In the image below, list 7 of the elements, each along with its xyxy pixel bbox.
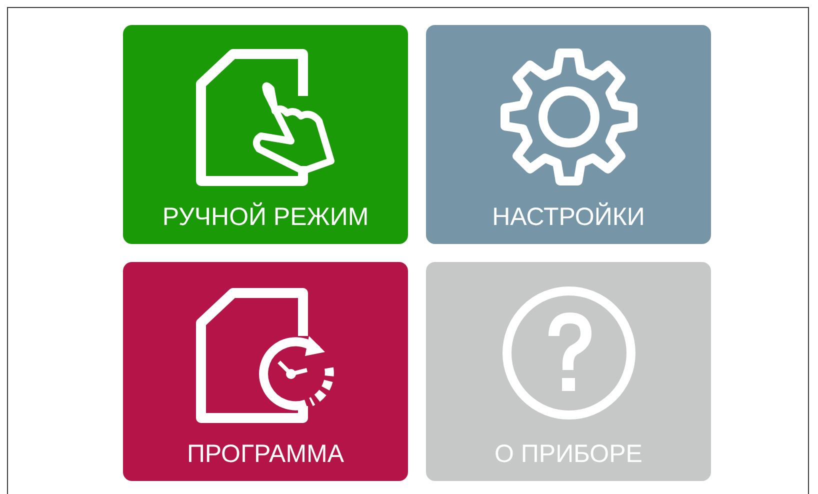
tile-label: ПРОГРАММА	[186, 440, 344, 469]
tile-label: НАСТРОЙКИ	[492, 203, 645, 232]
tile-label: РУЧНОЙ РЕЖИМ	[162, 203, 369, 232]
menu-tile[interactable]: ПРОГРАММА	[123, 262, 408, 481]
tile-label: О ПРИБОРЕ	[494, 440, 642, 469]
menu-tile[interactable]: РУЧНОЙ РЕЖИМ	[123, 25, 408, 244]
menu-tile[interactable]: НАСТРОЙКИ	[426, 25, 711, 244]
